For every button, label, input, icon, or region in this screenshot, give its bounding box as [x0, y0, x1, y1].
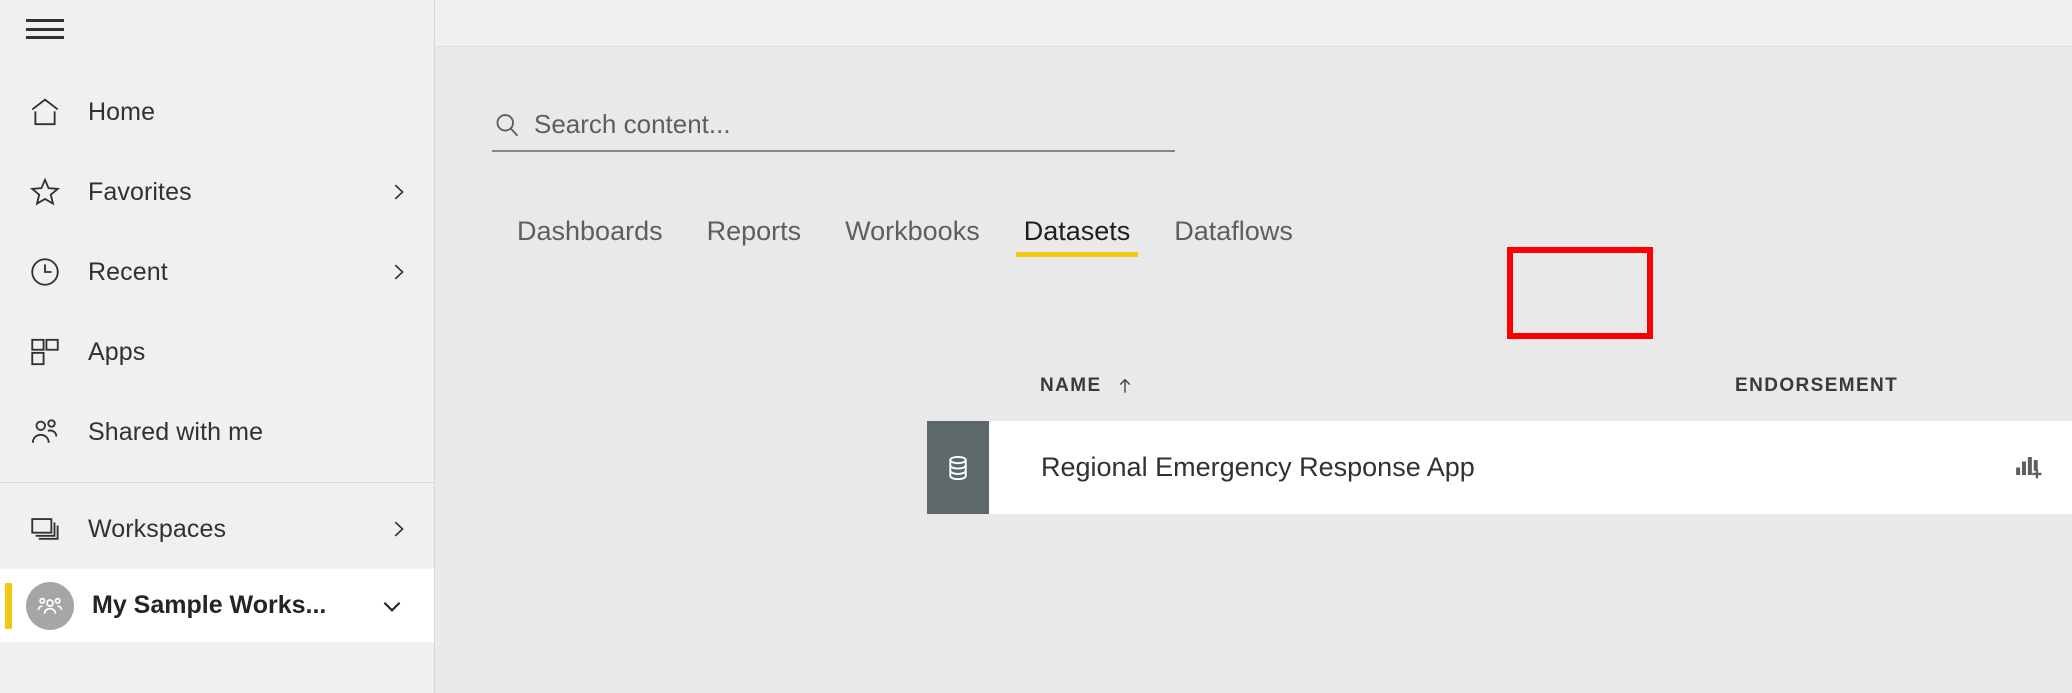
- hamburger-line: [26, 27, 64, 31]
- chevron-right-icon[interactable]: [384, 261, 412, 283]
- selected-accent-bar: [5, 582, 12, 629]
- sidebar-item-home[interactable]: Home: [0, 72, 434, 152]
- clock-icon: [28, 255, 74, 289]
- apps-grid-icon: [28, 335, 74, 369]
- dataset-endorsement: [1622, 421, 1982, 514]
- content-body: Dashboards Reports Workbooks Datasets Da…: [435, 47, 2072, 693]
- sidebar-item-label: Shared with me: [88, 417, 264, 446]
- datasets-table: NAME ENDORSEMENT ACTIONS: [435, 359, 2072, 514]
- tab-dataflows[interactable]: Dataflows: [1152, 199, 1315, 261]
- sidebar-item-workspaces[interactable]: Workspaces: [0, 489, 434, 569]
- dataset-database-icon: [927, 421, 989, 514]
- column-header-endorsement[interactable]: ENDORSEMENT: [1735, 375, 2072, 397]
- tab-reports[interactable]: Reports: [685, 199, 824, 261]
- create-report-button[interactable]: [2004, 444, 2052, 492]
- group-avatar-icon: [26, 581, 74, 630]
- main-content-area: Dashboards Reports Workbooks Datasets Da…: [435, 0, 2072, 693]
- sidebar-selected-workspace[interactable]: My Sample Works...: [0, 569, 434, 642]
- sidebar-item-label: Recent: [88, 257, 168, 286]
- sidebar-item-recent[interactable]: Recent: [0, 232, 434, 312]
- search-box[interactable]: [492, 109, 1175, 152]
- sidebar-filler: [0, 642, 434, 693]
- sidebar-item-favorites[interactable]: Favorites: [0, 152, 434, 232]
- chevron-right-icon[interactable]: [384, 518, 412, 540]
- tab-workbooks[interactable]: Workbooks: [823, 199, 1002, 261]
- sidebar-item-label: Workspaces: [88, 514, 227, 543]
- annotation-box-datasets-tab: [1507, 247, 1653, 339]
- hamburger-line: [26, 36, 64, 39]
- arrow-up-icon: [1115, 376, 1135, 396]
- workspaces-stack-icon: [28, 512, 74, 546]
- content-top-bar: [435, 0, 2072, 47]
- row-action-buttons: [1982, 421, 2072, 514]
- sidebar-item-label: Favorites: [88, 177, 192, 206]
- sidebar-item-label: Apps: [88, 337, 146, 366]
- content-type-tabs: Dashboards Reports Workbooks Datasets Da…: [495, 199, 1315, 261]
- column-header-name[interactable]: NAME: [1040, 375, 1735, 397]
- table-header-row: NAME ENDORSEMENT ACTIONS: [435, 359, 2072, 413]
- left-navigation-sidebar: Home Favorites Recent Apps Shared with m…: [0, 0, 435, 693]
- tab-dashboards[interactable]: Dashboards: [495, 199, 685, 261]
- star-icon: [28, 175, 74, 209]
- sidebar-nav-list: Home Favorites Recent Apps Shared with m…: [0, 58, 434, 569]
- sidebar-divider: [0, 482, 434, 483]
- table-row[interactable]: Regional Emergency Response App: [927, 421, 2072, 514]
- home-icon: [28, 95, 74, 129]
- sidebar-header: [0, 0, 434, 58]
- sidebar-item-label: Home: [88, 97, 156, 126]
- search-icon: [492, 110, 526, 140]
- chevron-right-icon[interactable]: [384, 181, 412, 203]
- bar-chart-plus-icon: [2013, 450, 2043, 485]
- people-shared-icon: [28, 415, 74, 449]
- chevron-down-icon[interactable]: [372, 593, 434, 619]
- sidebar-item-apps[interactable]: Apps: [0, 312, 434, 392]
- menu-hamburger-icon[interactable]: [26, 16, 64, 42]
- search-input[interactable]: [526, 109, 1175, 140]
- selected-workspace-label: My Sample Works...: [92, 591, 327, 619]
- dataset-name[interactable]: Regional Emergency Response App: [989, 421, 1622, 514]
- column-header-label: NAME: [1040, 375, 1102, 396]
- tab-datasets[interactable]: Datasets: [1002, 199, 1153, 261]
- power-bi-workspace-page: Home Favorites Recent Apps Shared with m…: [0, 0, 2072, 693]
- hamburger-line: [26, 19, 64, 22]
- sidebar-item-shared-with-me[interactable]: Shared with me: [0, 392, 434, 472]
